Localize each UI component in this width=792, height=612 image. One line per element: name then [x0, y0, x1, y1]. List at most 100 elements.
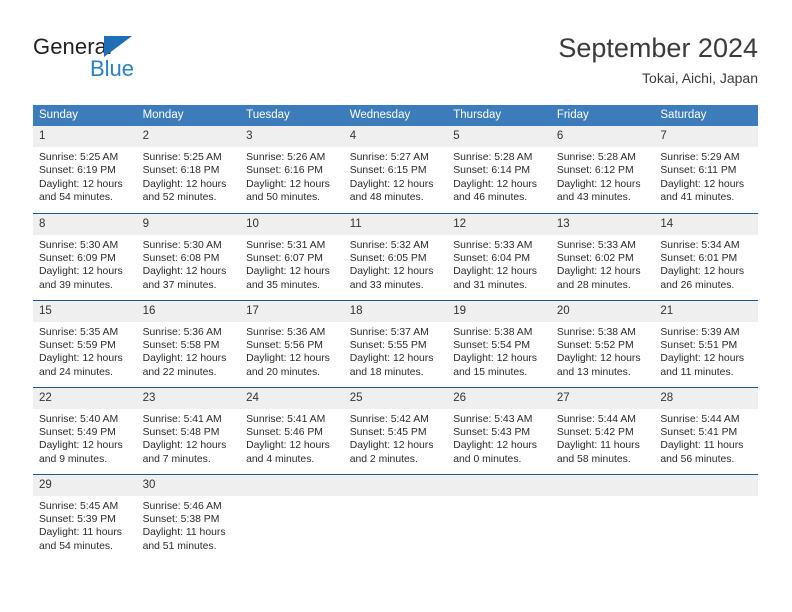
day-detail-line: Sunrise: 5:25 AM — [142, 152, 222, 163]
day-details: Sunrise: 5:33 AM Sunset: 6:02 PM Daylight:… — [551, 235, 655, 293]
day-details: Sunrise: 5:39 AM Sunset: 5:51 PM Daylight:… — [654, 322, 758, 380]
calendar-day-cell[interactable]: 1 Sunrise: 5:25 AM Sunset: 6:19 PM Daylight… — [33, 126, 137, 213]
day-detail-line: and 20 minutes. — [246, 366, 321, 378]
day-details: Sunrise: 5:33 AM Sunset: 6:04 PM Daylight:… — [447, 235, 551, 293]
day-detail-line: Daylight: 12 hours — [246, 178, 330, 190]
day-detail-line: and 22 minutes. — [142, 366, 217, 378]
calendar-day-cell[interactable]: 5 Sunrise: 5:28 AM Sunset: 6:14 PM Daylight… — [447, 126, 551, 213]
calendar-day-cell[interactable]: 21 Sunrise: 5:39 AM Sunset: 5:51 PM Dayligh… — [654, 299, 758, 387]
calendar-day-cell[interactable]: 7 Sunrise: 5:29 AM Sunset: 6:11 PM Daylight… — [654, 126, 758, 213]
day-detail-line: Daylight: 12 hours — [349, 266, 434, 278]
day-details: Sunrise: 5:38 AM Sunset: 5:54 PM Daylight:… — [447, 322, 551, 380]
calendar-grid: Sunday Monday Tuesday Wednesday Thursday Frid… — [33, 105, 758, 561]
day-details — [447, 496, 551, 500]
day-detail-line: Sunrise: 5:44 AM — [660, 413, 740, 425]
day-detail-line: Sunrise: 5:41 AM — [246, 413, 326, 425]
day-detail-line: and 0 minutes. — [453, 453, 522, 465]
day-detail-line: Sunrise: 5:33 AM — [453, 239, 533, 251]
calendar-day-cell[interactable]: 4 Sunrise: 5:27 AM Sunset: 6:15 PM Daylight… — [343, 126, 448, 213]
day-detail-line: Sunrise: 5:37 AM — [349, 326, 429, 338]
day-detail-line: and 31 minutes. — [453, 279, 528, 291]
calendar-day-cell[interactable]: 30 Sunrise: 5:46 AM Sunset: 5:38 PM Dayligh… — [136, 473, 241, 561]
calendar-day-cell[interactable]: 29 Sunrise: 5:45 AM Sunset: 5:39 PM Dayligh… — [33, 473, 137, 561]
day-detail-line: and 26 minutes. — [660, 279, 735, 291]
day-number: 18 — [343, 300, 448, 322]
day-number: 20 — [550, 300, 655, 322]
day-detail-line: Sunrise: 5:29 AM — [660, 152, 740, 163]
calendar-empty-cell — [240, 473, 344, 561]
day-detail-line: Daylight: 12 hours — [453, 178, 537, 190]
day-detail-line: Daylight: 11 hours — [660, 440, 744, 452]
day-detail-line: Sunrise: 5:42 AM — [349, 413, 429, 425]
calendar-day-cell[interactable]: 23 Sunrise: 5:41 AM Sunset: 5:48 PM Dayligh… — [136, 386, 241, 474]
calendar-day-cell[interactable]: 22 Sunrise: 5:40 AM Sunset: 5:49 PM Dayligh… — [33, 386, 137, 474]
day-details: Sunrise: 5:30 AM Sunset: 6:09 PM Daylight:… — [33, 235, 137, 293]
calendar-day-cell[interactable]: 2 Sunrise: 5:25 AM Sunset: 6:18 PM Daylight… — [136, 126, 241, 213]
day-number: 3 — [240, 126, 344, 147]
day-detail-line: Sunrise: 5:30 AM — [39, 239, 119, 251]
day-details — [551, 496, 655, 500]
day-number: 15 — [33, 300, 137, 322]
calendar-day-cell[interactable]: 19 Sunrise: 5:38 AM Sunset: 5:54 PM Dayligh… — [447, 299, 551, 387]
calendar-day-cell[interactable]: 10 Sunrise: 5:31 AM Sunset: 6:07 PM Dayligh… — [240, 212, 344, 300]
day-detail-line: and 37 minutes. — [142, 279, 217, 291]
day-detail-line: Sunrise: 5:43 AM — [453, 413, 533, 425]
day-details: Sunrise: 5:44 AM Sunset: 5:42 PM Daylight:… — [551, 409, 655, 467]
calendar-day-cell[interactable]: 18 Sunrise: 5:37 AM Sunset: 5:55 PM Dayligh… — [343, 299, 448, 387]
calendar-day-cell[interactable]: 24 Sunrise: 5:41 AM Sunset: 5:46 PM Dayligh… — [240, 386, 344, 474]
calendar-day-cell[interactable]: 9 Sunrise: 5:30 AM Sunset: 6:08 PM Daylight… — [136, 212, 241, 300]
calendar-day-cell[interactable]: 6 Sunrise: 5:28 AM Sunset: 6:12 PM Daylight… — [550, 126, 655, 213]
day-detail-line: and 50 minutes. — [246, 192, 321, 204]
day-detail-line: and 18 minutes. — [349, 366, 424, 378]
calendar-day-cell[interactable]: 15 Sunrise: 5:35 AM Sunset: 5:59 PM Dayligh… — [33, 299, 137, 387]
day-detail-line: and 33 minutes. — [349, 279, 424, 291]
day-number: 17 — [240, 300, 344, 322]
day-detail-line: and 13 minutes. — [556, 366, 631, 378]
day-number: 2 — [136, 126, 241, 147]
day-detail-line: and 28 minutes. — [556, 279, 631, 291]
calendar-day-cell[interactable]: 16 Sunrise: 5:36 AM Sunset: 5:58 PM Dayligh… — [136, 299, 241, 387]
day-detail-line: Sunset: 6:12 PM — [556, 165, 634, 177]
calendar-page: General Blue September 2024 Tokai, Aichi… — [0, 0, 792, 612]
weekday-header-friday: Friday — [550, 105, 655, 126]
title-block: September 2024 Tokai, Aichi, Japan — [558, 32, 758, 87]
calendar-day-cell[interactable]: 26 Sunrise: 5:43 AM Sunset: 5:43 PM Dayligh… — [447, 386, 551, 474]
day-details: Sunrise: 5:26 AM Sunset: 6:16 PM Daylight:… — [240, 147, 344, 205]
calendar-day-cell[interactable]: 25 Sunrise: 5:42 AM Sunset: 5:45 PM Dayligh… — [343, 386, 448, 474]
day-number: 5 — [447, 126, 551, 147]
calendar-day-cell[interactable]: 27 Sunrise: 5:44 AM Sunset: 5:42 PM Dayligh… — [550, 386, 655, 474]
calendar-day-cell[interactable]: 20 Sunrise: 5:38 AM Sunset: 5:52 PM Dayligh… — [550, 299, 655, 387]
day-detail-line: Daylight: 12 hours — [349, 440, 434, 452]
day-number — [343, 474, 448, 496]
calendar-day-cell[interactable]: 8 Sunrise: 5:30 AM Sunset: 6:09 PM Daylight… — [33, 212, 137, 300]
calendar-week-row: 15 Sunrise: 5:35 AM Sunset: 5:59 PM Dayligh… — [33, 299, 758, 387]
day-detail-line: Sunset: 5:39 PM — [39, 513, 116, 525]
general-blue-logo[interactable]: General Blue — [33, 34, 253, 86]
day-detail-line: Daylight: 12 hours — [660, 353, 745, 365]
day-number: 29 — [33, 474, 137, 496]
day-detail-line: Sunset: 6:14 PM — [453, 165, 531, 177]
day-detail-line: Sunrise: 5:34 AM — [660, 239, 740, 251]
calendar-day-cell[interactable]: 17 Sunrise: 5:36 AM Sunset: 5:56 PM Dayligh… — [240, 299, 344, 387]
day-detail-line: and 9 minutes. — [39, 453, 108, 465]
calendar-day-cell[interactable]: 28 Sunrise: 5:44 AM Sunset: 5:41 PM Dayligh… — [654, 386, 758, 474]
day-number: 7 — [654, 126, 758, 147]
day-detail-line: Daylight: 12 hours — [556, 266, 641, 278]
day-detail-line: Sunrise: 5:32 AM — [349, 239, 429, 251]
day-detail-line: Sunset: 6:18 PM — [142, 165, 220, 177]
calendar-day-cell[interactable]: 11 Sunrise: 5:32 AM Sunset: 6:05 PM Dayligh… — [343, 212, 448, 300]
day-number: 24 — [240, 387, 344, 409]
day-detail-line: and 58 minutes. — [556, 453, 631, 465]
day-details: Sunrise: 5:36 AM Sunset: 5:56 PM Daylight:… — [240, 322, 344, 380]
calendar-day-cell[interactable]: 13 Sunrise: 5:33 AM Sunset: 6:02 PM Dayligh… — [550, 212, 655, 300]
calendar-week-row: 22 Sunrise: 5:40 AM Sunset: 5:49 PM Dayligh… — [33, 386, 758, 474]
calendar-day-cell[interactable]: 12 Sunrise: 5:33 AM Sunset: 6:04 PM Dayligh… — [447, 212, 551, 300]
calendar-day-cell[interactable]: 3 Sunrise: 5:26 AM Sunset: 6:16 PM Daylight… — [240, 126, 344, 213]
day-details: Sunrise: 5:41 AM Sunset: 5:48 PM Daylight:… — [137, 409, 241, 467]
day-detail-line: Daylight: 12 hours — [660, 178, 745, 190]
day-details: Sunrise: 5:25 AM Sunset: 6:18 PM Daylight:… — [137, 147, 241, 205]
day-detail-line: Daylight: 12 hours — [142, 440, 227, 452]
day-number — [240, 474, 344, 496]
calendar-day-cell[interactable]: 14 Sunrise: 5:34 AM Sunset: 6:01 PM Dayligh… — [654, 212, 758, 300]
page-title: September 2024 — [558, 33, 758, 63]
